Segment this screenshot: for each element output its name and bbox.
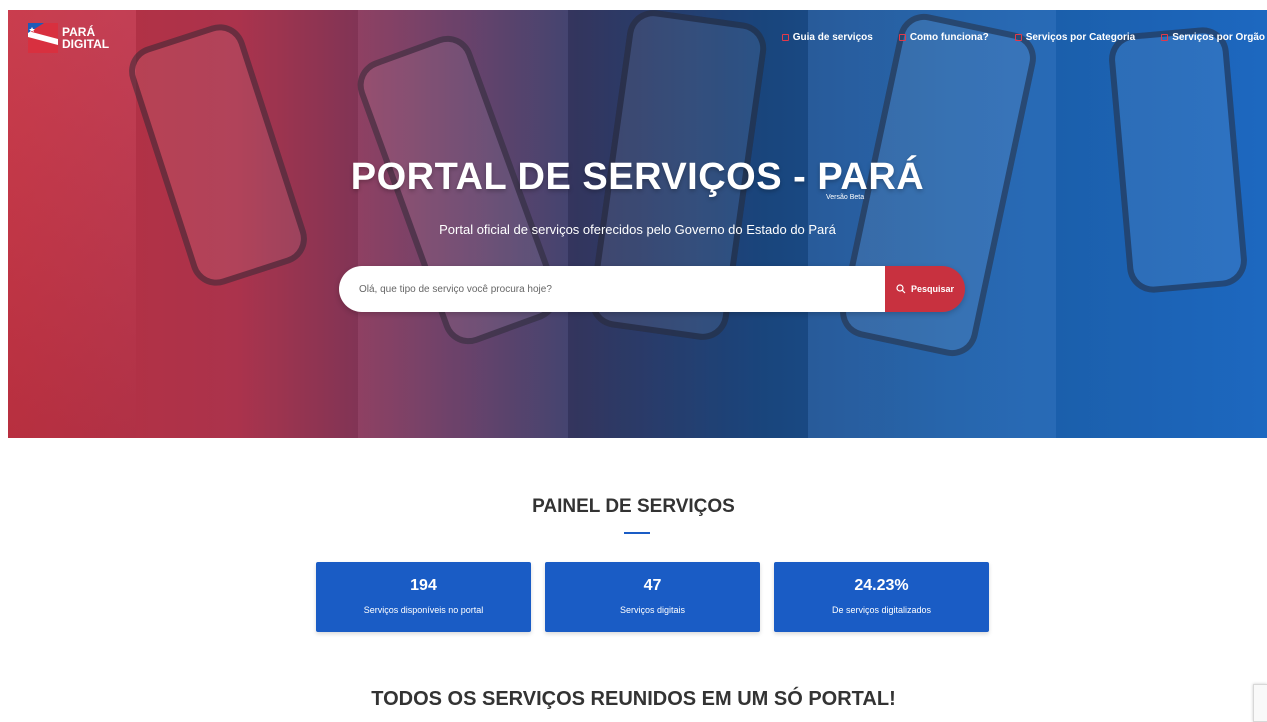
page-title: PORTAL DE SERVIÇOS - PARÁ [350,156,925,198]
search-bar: Pesquisar [339,266,965,312]
nav-label: Guia de serviços [792,32,873,43]
logo-line-2: DIGITAL [62,37,110,51]
search-icon [896,284,906,294]
nav-como-funciona[interactable]: Como funciona? [898,32,989,43]
page-subtitle: Portal oficial de serviços oferecidos pe… [439,222,836,237]
stat-card-servicos-digitalizados: 24.23% De serviços digitalizados [774,562,989,632]
hero-banner: PARÁ DIGITAL Guia de serviços Como funci… [8,10,1267,438]
stats-cards: 194 Serviços disponíveis no portal 47 Se… [316,562,989,632]
stat-card-servicos-digitais: 47 Serviços digitais [545,562,760,632]
search-input[interactable] [339,266,885,312]
title-underline [624,532,650,534]
stat-card-servicos-disponiveis: 194 Serviços disponíveis no portal [316,562,531,632]
recaptcha-badge[interactable] [1253,684,1267,722]
stat-value: 47 [643,577,662,594]
nav-servicos-por-orgao[interactable]: Serviços por Orgão [1161,32,1265,43]
painel-title: PAINEL DE SERVIÇOS [532,496,735,517]
search-button[interactable]: Pesquisar [885,266,965,312]
building-icon [1161,34,1169,41]
beta-badge: Versão Beta [826,194,865,201]
nav-guia-de-servicos[interactable]: Guia de serviços [781,32,873,43]
section-title: TODOS OS SERVIÇOS REUNIDOS EM UM SÓ PORT… [371,688,896,710]
stat-value: 24.23% [854,577,909,594]
book-icon [781,34,789,41]
para-flag-icon [28,23,58,53]
nav-label: Como funciona? [909,32,989,43]
stat-label: De serviços digitalizados [831,605,932,615]
nav-label: Serviços por Categoria [1025,32,1136,43]
stat-value: 194 [410,577,437,594]
nav-label: Serviços por Orgão [1172,32,1265,43]
logo-text: PARÁ DIGITAL [62,26,109,50]
nav-servicos-por-categoria[interactable]: Serviços por Categoria [1014,32,1136,43]
folder-icon [1014,34,1022,41]
stat-label: Serviços digitais [619,605,686,615]
search-button-label: Pesquisar [910,284,955,294]
stat-label: Serviços disponíveis no portal [363,605,484,615]
site-logo[interactable]: PARÁ DIGITAL [28,23,109,53]
question-icon [898,34,906,41]
top-navigation: Guia de serviços Como funciona? Serviços… [756,32,1265,43]
